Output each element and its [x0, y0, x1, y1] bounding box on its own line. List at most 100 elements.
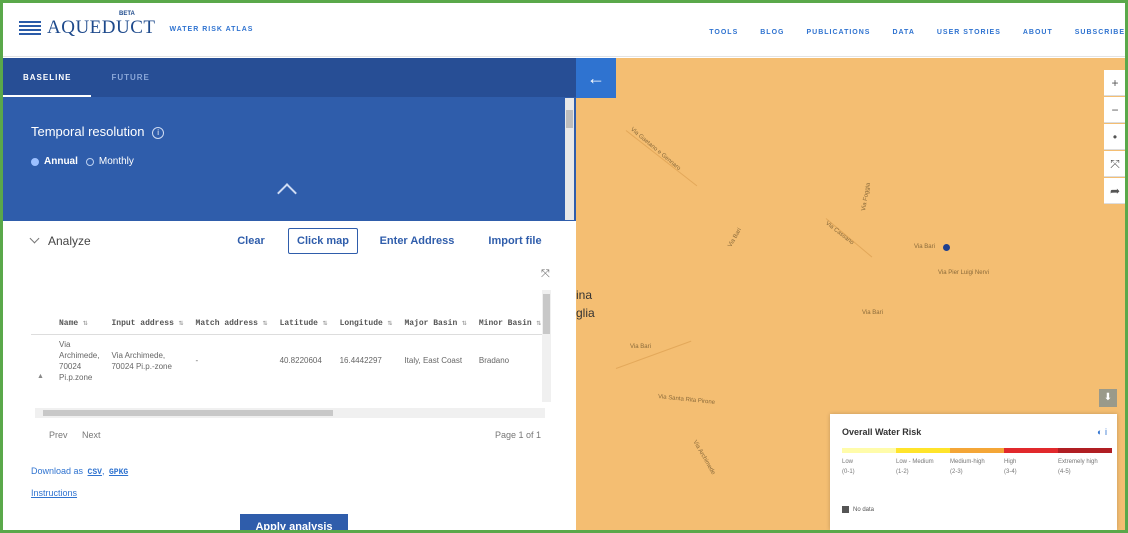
settings-header: BASELINE FUTURE Temporal resolution i An… [3, 58, 576, 221]
col-latitude[interactable]: Latitude ⇅ [273, 286, 334, 335]
top-navigation-bar: AQUEDUCT BETA WATER RISK ATLAS TOOLS BLO… [3, 3, 1125, 57]
logo-tagline: WATER RISK ATLAS [169, 26, 254, 33]
nav-data[interactable]: DATA [892, 29, 914, 36]
logo-name: AQUEDUCT [47, 17, 156, 38]
legend-no-data: No data [842, 506, 874, 513]
legend-category: Low (0-1) [842, 459, 855, 475]
nav-publications[interactable]: PUBLICATIONS [806, 29, 870, 36]
download-links: Download as CSV, GPKG [31, 466, 129, 477]
legend-categories: Low (0-1) Low - Medium (1-2) Medium-high (2… [842, 458, 1112, 476]
cell-input-address: Via Archimede, 70024 Pi.p.-zone [111, 350, 172, 371]
zoom-out-button[interactable]: − [1104, 97, 1125, 123]
col-match-address[interactable]: Match address ⇅ [189, 286, 274, 335]
cell-major-basin: Italy, East Coast [404, 356, 463, 365]
legend-title: Overall Water Risk [842, 427, 922, 437]
zoom-in-button[interactable]: + [1104, 70, 1125, 96]
analyze-label: Analyze [48, 234, 91, 248]
col-name[interactable]: Name ⇅ [31, 286, 106, 335]
cell-latitude: 40.8220604 [279, 356, 322, 365]
table-vertical-scrollbar[interactable] [542, 290, 551, 402]
scenario-tabs: BASELINE FUTURE [3, 58, 576, 97]
legend-swatch [950, 448, 1004, 453]
location-pin[interactable] [943, 244, 950, 251]
locate-icon[interactable]: • [1104, 124, 1125, 150]
radio-annual-label[interactable]: Annual [44, 156, 78, 167]
legend-swatch [1058, 448, 1112, 453]
page-indicator: Page 1 of 1 [495, 430, 542, 440]
share-icon[interactable]: ➦ [1104, 178, 1125, 204]
chevron-up-icon[interactable] [277, 183, 297, 203]
street-label: Via Gaetano e Gennaro [629, 126, 682, 172]
street-label: Via Bari [914, 244, 935, 250]
chevron-down-icon [29, 233, 40, 244]
tab-future[interactable]: FUTURE [91, 58, 169, 97]
street-label: Via Cassano [824, 220, 855, 247]
no-data-swatch [842, 506, 849, 513]
info-icon[interactable]: i [1105, 427, 1107, 437]
download-label: Download as [31, 466, 84, 476]
scrollbar-thumb[interactable] [543, 294, 550, 334]
app-frame: AQUEDUCT BETA WATER RISK ATLAS TOOLS BLO… [3, 3, 1125, 530]
nav-blog[interactable]: BLOG [760, 29, 784, 36]
radio-annual[interactable] [31, 157, 39, 166]
logo[interactable]: AQUEDUCT BETA WATER RISK ATLAS [19, 11, 254, 39]
beta-badge: BETA [119, 11, 135, 17]
street-label: Via Bari [862, 310, 883, 316]
layer-toggle-icon[interactable]: ◐ [1097, 427, 1102, 437]
arrow-left-icon[interactable]: ← [576, 58, 616, 98]
scrollbar-thumb[interactable] [43, 410, 333, 416]
col-input-address[interactable]: Input address ⇅ [105, 286, 190, 335]
download-gpkg-link[interactable]: GPKG [109, 468, 128, 477]
col-minor-basin[interactable]: Minor Basin ⇅ [472, 286, 546, 335]
table-header-row: Name ⇅ Input address ⇅ Match address ⇅ L… [31, 286, 546, 335]
clear-button[interactable]: Clear [229, 228, 273, 254]
col-major-basin[interactable]: Major Basin ⇅ [398, 286, 473, 335]
legend-category: Extremely high (4-5) [1058, 459, 1098, 475]
next-page-button[interactable]: Next [82, 430, 101, 440]
nav-subscribe[interactable]: SUBSCRIBE [1075, 29, 1125, 36]
legend-actions: ◐ i [1097, 427, 1107, 437]
info-icon[interactable]: i [152, 126, 165, 139]
table-row[interactable]: Via Archimede, 70024 Pi.p.zone Via Archi… [31, 334, 546, 387]
main-nav: TOOLS BLOG PUBLICATIONS DATA USER STORIE… [687, 29, 1125, 36]
import-file-button[interactable]: Import file [476, 228, 554, 254]
apply-analysis-button[interactable]: Apply analysis [240, 514, 348, 530]
scrollbar-thumb[interactable] [566, 110, 573, 128]
legend-swatch [1004, 448, 1058, 453]
row-expand-icon[interactable]: ▲ [37, 373, 44, 380]
radio-monthly-label[interactable]: Monthly [99, 156, 134, 167]
enter-address-button[interactable]: Enter Address [372, 228, 462, 254]
cell-minor-basin: Bradano [478, 356, 510, 365]
nav-user-stories[interactable]: USER STORIES [937, 29, 1001, 36]
expand-icon[interactable]: ⤧ [541, 268, 550, 281]
col-longitude[interactable]: Longitude ⇅ [333, 286, 399, 335]
street-label: Via Santa Rita Pirone [657, 394, 716, 406]
radio-monthly[interactable] [85, 157, 94, 166]
fullscreen-icon[interactable]: ⤧ [1104, 151, 1125, 177]
click-map-button[interactable]: Click map [288, 228, 358, 254]
city-label: glia [576, 306, 595, 320]
logo-waves-icon [19, 21, 41, 35]
analyze-toggle[interactable]: Analyze [29, 233, 91, 248]
cell-longitude: 16.4442297 [339, 356, 382, 365]
instructions-link[interactable]: Instructions [31, 488, 77, 498]
table-horizontal-scrollbar[interactable] [35, 408, 545, 418]
street-label: Via Bari [630, 344, 651, 350]
nav-about[interactable]: ABOUT [1023, 29, 1053, 36]
legend-swatch [842, 448, 896, 453]
temporal-resolution: Temporal resolution i [31, 124, 165, 139]
panel-scrollbar[interactable] [565, 98, 574, 220]
legend-color-scale [842, 448, 1112, 453]
cell-match-address: - [195, 356, 199, 365]
legend-panel: Overall Water Risk ◐ i Low (0-1) Low - Me… [830, 414, 1117, 530]
results-table: Name ⇅ Input address ⇅ Match address ⇅ L… [31, 286, 546, 416]
map-canvas[interactable]: ← Via Gaetano e Gennaro Via Cassano Via … [576, 58, 1125, 530]
map-road [615, 340, 692, 369]
street-label: Via Pier Luigi Nervi [938, 270, 989, 276]
prev-page-button[interactable]: Prev [49, 430, 68, 440]
tab-baseline[interactable]: BASELINE [3, 58, 92, 97]
nav-tools[interactable]: TOOLS [709, 29, 738, 36]
temporal-resolution-label: Temporal resolution [31, 124, 145, 139]
download-csv-link[interactable]: CSV [88, 468, 102, 477]
arrow-down-icon[interactable]: ⬇ [1099, 389, 1117, 407]
